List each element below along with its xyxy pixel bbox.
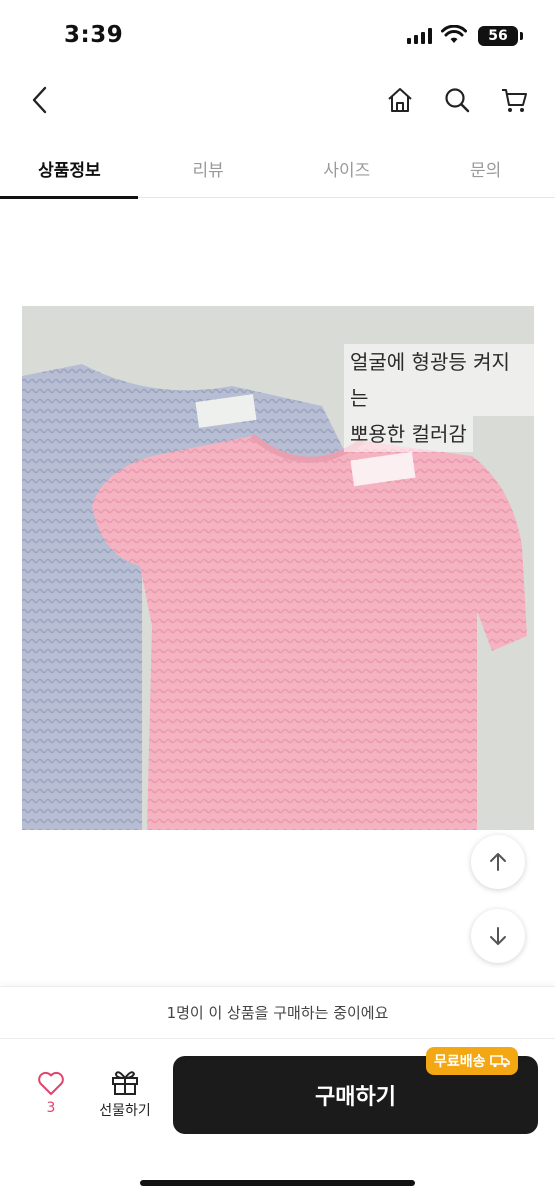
caption-line-2: 뽀용한 컬러감 bbox=[344, 416, 473, 452]
free-shipping-label: 무료배송 bbox=[434, 1054, 486, 1070]
viewer-notice: 1명이 이 상품을 구매하는 중이에요 bbox=[0, 987, 555, 1039]
battery-icon: 56 bbox=[478, 26, 523, 46]
tab-size[interactable]: 사이즈 bbox=[278, 138, 417, 198]
like-button[interactable]: 3 bbox=[26, 1070, 76, 1130]
home-icon[interactable] bbox=[380, 80, 420, 120]
arrow-down-icon bbox=[490, 927, 506, 945]
like-count: 3 bbox=[46, 1100, 56, 1116]
scroll-bottom-button[interactable] bbox=[471, 909, 525, 963]
wifi-icon bbox=[441, 25, 467, 43]
tab-reviews[interactable]: 리뷰 bbox=[139, 138, 278, 198]
truck-icon bbox=[489, 1055, 510, 1068]
signal-icon bbox=[407, 28, 432, 44]
product-image: 얼굴에 형광등 켜지는 뽀용한 컬러감 bbox=[22, 306, 534, 830]
free-shipping-badge: 무료배송 bbox=[426, 1047, 518, 1075]
chevron-left-icon[interactable] bbox=[20, 80, 60, 120]
gift-icon bbox=[112, 1071, 138, 1095]
image-caption: 얼굴에 형광등 켜지는 뽀용한 컬러감 bbox=[344, 344, 534, 452]
nav-header bbox=[0, 70, 555, 130]
gift-label: 선물하기 bbox=[99, 1103, 151, 1119]
status-time: 3:39 bbox=[64, 22, 124, 48]
search-icon[interactable] bbox=[437, 80, 477, 120]
scroll-top-button[interactable] bbox=[471, 835, 525, 889]
caption-line-1: 얼굴에 형광등 켜지는 bbox=[344, 344, 534, 416]
tab-inquiry[interactable]: 문의 bbox=[416, 138, 555, 198]
tab-product-info[interactable]: 상품정보 bbox=[0, 138, 139, 199]
cart-icon[interactable] bbox=[494, 80, 534, 120]
status-bar: 3:39 56 bbox=[0, 0, 555, 70]
gift-button[interactable]: 선물하기 bbox=[92, 1068, 158, 1128]
arrow-up-icon bbox=[490, 853, 506, 871]
heart-icon bbox=[38, 1071, 64, 1095]
home-indicator bbox=[140, 1180, 415, 1186]
tab-bar: 상품정보 리뷰 사이즈 문의 bbox=[0, 138, 555, 199]
